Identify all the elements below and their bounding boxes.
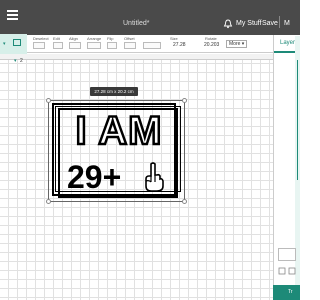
panel-bottom-label: Tr <box>288 289 293 295</box>
dimensions-tooltip: 27.28 cm x 20.2 cm <box>90 87 138 96</box>
panel-bottom-bar[interactable]: Tr <box>273 285 300 300</box>
canvas-color-swatch[interactable] <box>278 248 296 261</box>
arrange-dropdown[interactable] <box>87 42 101 49</box>
toolbar-label-offset: Offset <box>124 36 135 41</box>
offset-button[interactable] <box>124 42 136 49</box>
topbar-divider <box>279 16 280 28</box>
edit-button[interactable] <box>53 42 63 49</box>
chevron-down-icon[interactable]: ▾ <box>3 41 6 47</box>
flip-dropdown[interactable] <box>107 42 117 49</box>
my-stuff-link[interactable]: My Stuff <box>236 20 262 27</box>
top-bar: Untitled* My Stuff Save M <box>0 0 300 35</box>
resize-handle-top-left[interactable] <box>46 98 51 103</box>
selection-box[interactable] <box>46 98 187 204</box>
toolbar-label-edit: Edit <box>53 36 60 41</box>
toolbar-label-deselect: Deselect <box>33 36 49 41</box>
resize-handle-bottom-left[interactable] <box>46 199 51 204</box>
toolbar-label-rotate: Rotate <box>205 36 217 41</box>
document-title: Untitled* <box>123 20 150 27</box>
bell-icon[interactable] <box>223 19 233 29</box>
save-button[interactable]: Save <box>262 20 278 27</box>
more-menu-button[interactable]: M <box>284 20 290 27</box>
panel-action-icons[interactable] <box>278 266 298 276</box>
top-ruler <box>0 54 273 60</box>
layer-thumbnail-icon <box>13 39 21 46</box>
toolbar-label-flip: Flip <box>107 36 114 41</box>
toolbar-more-button[interactable]: More ▾ <box>226 40 248 48</box>
app-window: Untitled* My Stuff Save M Deselect Edit … <box>0 0 300 300</box>
layer-tree-line <box>297 60 298 180</box>
resize-handle-bottom-right[interactable] <box>182 199 187 204</box>
sub-chevron-icon[interactable]: ▾ <box>14 58 17 64</box>
layer-sub-item[interactable]: 2 <box>20 58 23 64</box>
resize-handle-top-right[interactable] <box>182 98 187 103</box>
hamburger-menu-icon[interactable] <box>7 10 18 20</box>
toolbar-label-size: Size <box>170 36 178 41</box>
deselect-button[interactable] <box>33 42 45 49</box>
toolbar-label-align: Align <box>69 36 78 41</box>
size-lock-button[interactable] <box>143 42 161 49</box>
toolbar-label-arrange: Arrange <box>87 36 102 41</box>
align-dropdown[interactable] <box>69 42 81 49</box>
size-height-field[interactable]: 20.203 <box>204 42 219 48</box>
size-width-field[interactable]: 27.28 <box>173 42 186 48</box>
